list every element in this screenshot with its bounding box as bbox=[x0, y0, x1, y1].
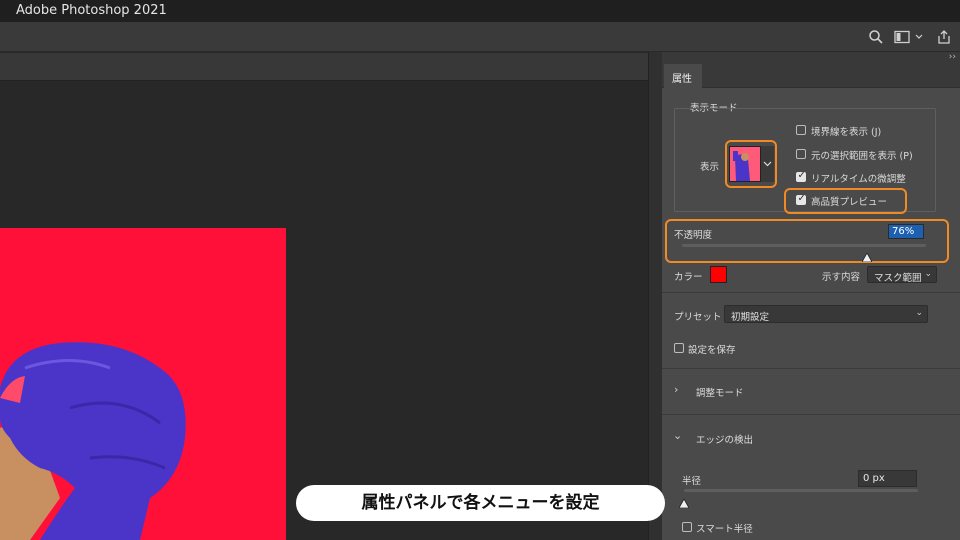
radius-label: 半径 bbox=[682, 476, 702, 487]
opacity-input[interactable]: 76% bbox=[888, 224, 924, 239]
save-settings-option[interactable]: 設定を保存 bbox=[674, 342, 794, 356]
radius-slider-track[interactable] bbox=[684, 489, 918, 492]
panel-divider[interactable] bbox=[648, 52, 662, 540]
show-edge-label: 境界線を表示 (J) bbox=[811, 127, 882, 138]
hq-preview-option[interactable]: 高品質プレビュー bbox=[796, 193, 906, 208]
preset-dropdown[interactable]: 初期設定 ⌄ bbox=[724, 305, 928, 323]
chevron-down-icon: ⌄ bbox=[924, 269, 932, 279]
smart-radius-label: スマート半径 bbox=[696, 524, 753, 535]
adjust-mode-section[interactable]: › 調整モード bbox=[674, 383, 874, 399]
opacity-slider-track[interactable] bbox=[682, 244, 926, 247]
collapse-panel-icon[interactable]: ›› bbox=[949, 52, 956, 62]
view-thumbnail[interactable] bbox=[729, 146, 761, 182]
chevron-right-icon: › bbox=[674, 383, 679, 396]
view-dropdown[interactable] bbox=[761, 146, 774, 182]
edge-detection-label: エッジの検出 bbox=[696, 435, 754, 446]
app-title: Adobe Photoshop 2021 bbox=[16, 3, 167, 18]
opacity-slider-thumb[interactable] bbox=[861, 247, 874, 266]
indicates-dropdown[interactable]: マスク範囲 ⌄ bbox=[867, 266, 937, 284]
person-illustration bbox=[0, 228, 286, 540]
separator bbox=[662, 368, 960, 369]
chevron-down-icon bbox=[763, 161, 772, 167]
preset-label: プリセット bbox=[674, 312, 722, 323]
workspace-icon[interactable] bbox=[892, 27, 912, 47]
color-swatch[interactable] bbox=[710, 266, 727, 283]
view-label: 表示 bbox=[700, 162, 720, 173]
show-original-checkbox[interactable] bbox=[796, 149, 806, 159]
hq-preview-label: 高品質プレビュー bbox=[811, 197, 888, 208]
realtime-refine-option[interactable]: リアルタイムの微調整 bbox=[796, 170, 946, 185]
show-original-label: 元の選択範囲を表示 (P) bbox=[811, 151, 913, 162]
preset-value: 初期設定 bbox=[731, 312, 770, 323]
edge-detection-section[interactable]: ⌄ エッジの検出 bbox=[673, 429, 874, 446]
chevron-down-icon: ⌄ bbox=[915, 308, 923, 318]
caption-banner: 属性パネルで各メニューを設定 bbox=[296, 485, 665, 521]
separator bbox=[662, 292, 960, 293]
show-edge-option[interactable]: 境界線を表示 (J) bbox=[796, 124, 946, 138]
panel-header: 属性 ›› bbox=[662, 52, 960, 88]
save-settings-label: 設定を保存 bbox=[688, 345, 736, 356]
document-image[interactable] bbox=[0, 228, 286, 540]
title-bar: Adobe Photoshop 2021 bbox=[0, 0, 960, 22]
smart-radius-checkbox[interactable] bbox=[682, 522, 692, 532]
smart-radius-option[interactable]: スマート半径 bbox=[682, 521, 802, 535]
properties-panel: 属性 ›› 表示モード 表示 境界線を表示 (J) 元の選択範囲を表示 (P) … bbox=[662, 52, 960, 540]
indicates-label: 示す内容 bbox=[822, 272, 861, 283]
document-tab-bar bbox=[0, 53, 648, 81]
realtime-refine-label: リアルタイムの微調整 bbox=[811, 174, 906, 185]
adjust-mode-label: 調整モード bbox=[696, 388, 744, 399]
radius-slider-thumb[interactable] bbox=[678, 493, 690, 512]
realtime-refine-checkbox[interactable] bbox=[796, 170, 806, 182]
chevron-down-icon[interactable] bbox=[912, 27, 926, 47]
show-edge-checkbox[interactable] bbox=[796, 125, 806, 135]
tab-properties[interactable]: 属性 bbox=[664, 64, 702, 88]
search-icon[interactable] bbox=[866, 27, 886, 47]
separator bbox=[662, 414, 960, 415]
save-settings-checkbox[interactable] bbox=[674, 343, 684, 353]
color-label: カラー bbox=[674, 272, 703, 283]
hq-preview-checkbox[interactable] bbox=[796, 193, 806, 205]
share-icon[interactable] bbox=[934, 27, 954, 47]
show-original-option[interactable]: 元の選択範囲を表示 (P) bbox=[796, 148, 946, 162]
chevron-down-icon: ⌄ bbox=[673, 429, 683, 442]
canvas-area[interactable] bbox=[0, 82, 648, 540]
radius-input[interactable]: 0 px bbox=[858, 470, 917, 487]
indicates-value: マスク範囲 bbox=[874, 273, 922, 284]
options-bar bbox=[0, 22, 960, 52]
opacity-label: 不透明度 bbox=[674, 230, 713, 241]
